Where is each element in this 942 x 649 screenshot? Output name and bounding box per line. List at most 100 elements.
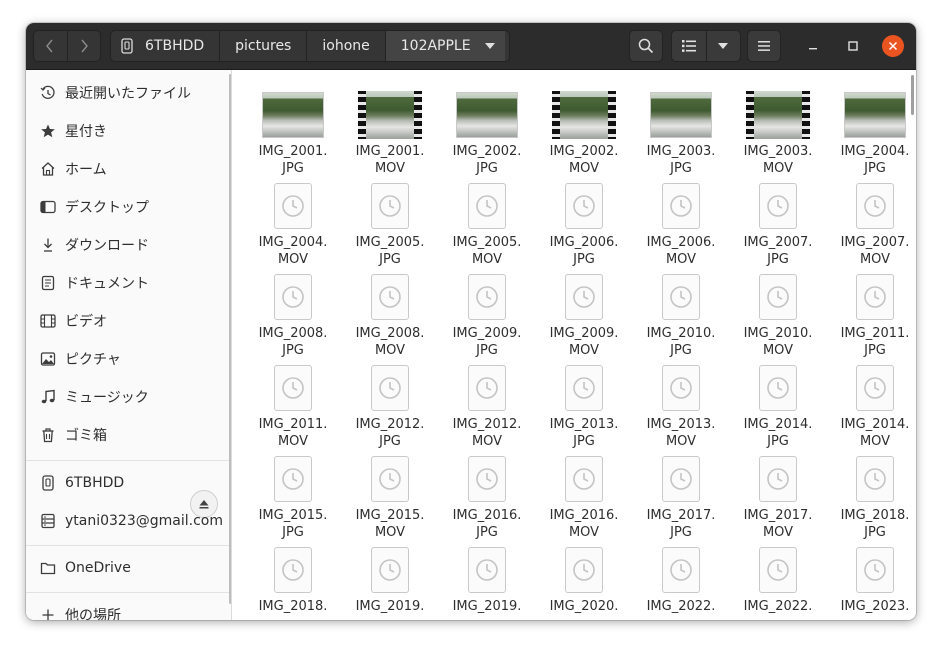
file-name-line: IMG_2005. — [452, 235, 522, 250]
file-item[interactable]: IMG_2009. MOV — [537, 273, 631, 365]
chevron-down-icon[interactable] — [484, 42, 495, 50]
file-item[interactable]: IMG_2004. MOV — [246, 182, 340, 274]
file-item[interactable]: IMG_2015. JPG — [246, 455, 340, 547]
clock-icon — [767, 286, 789, 308]
path-crumb-drive[interactable]: 6TBHDD — [111, 31, 221, 61]
sidebar-item-desktop[interactable]: デスクトップ — [26, 188, 231, 226]
photo-thumbnail — [649, 91, 713, 139]
sidebar-item-home[interactable]: ホーム — [26, 150, 231, 188]
file-item[interactable]: IMG_2007. MOV — [828, 182, 916, 274]
file-item[interactable]: IMG_2002. JPG — [440, 91, 534, 183]
search-button[interactable] — [629, 30, 663, 62]
file-item[interactable]: IMG_2001. JPG — [246, 91, 340, 183]
file-name: IMG_2002. MOV — [537, 143, 631, 177]
sidebar-item-videos[interactable]: ビデオ — [26, 302, 231, 340]
file-item[interactable]: IMG_2022. — [634, 546, 728, 620]
file-name-line: IMG_2005. — [355, 235, 425, 250]
file-item[interactable]: IMG_2020. — [537, 546, 631, 620]
file-item[interactable]: IMG_2010. MOV — [731, 273, 825, 365]
file-item[interactable]: IMG_2023. — [828, 546, 916, 620]
file-item[interactable]: IMG_2013. MOV — [634, 364, 728, 456]
sidebar-item-onedrive[interactable]: OneDrive — [26, 549, 231, 587]
file-item[interactable]: IMG_2016. MOV — [537, 455, 631, 547]
file-item[interactable]: IMG_2002. MOV — [537, 91, 631, 183]
file-item[interactable]: IMG_2017. MOV — [731, 455, 825, 547]
file-item[interactable]: IMG_2011. MOV — [246, 364, 340, 456]
file-item[interactable]: IMG_2005. JPG — [343, 182, 437, 274]
file-view-scrollbar[interactable] — [911, 75, 914, 115]
clock-icon — [670, 559, 692, 581]
sidebar-item-network-server[interactable]: ytani0323@gmail.com — [26, 502, 231, 540]
clock-icon — [573, 195, 595, 217]
file-item[interactable]: IMG_2006. JPG — [537, 182, 631, 274]
clock-icon — [767, 195, 789, 217]
file-name-line: IMG_2017. — [646, 508, 716, 523]
path-crumb-current[interactable]: 102APPLE — [385, 31, 505, 61]
file-item[interactable]: IMG_2009. JPG — [440, 273, 534, 365]
sidebar-item-downloads[interactable]: ダウンロード — [26, 226, 231, 264]
drive-icon — [121, 38, 133, 54]
file-name: IMG_2006. JPG — [537, 234, 631, 268]
file-item[interactable]: IMG_2015. MOV — [343, 455, 437, 547]
sidebar-item-other-locations[interactable]: 他の場所 — [26, 596, 231, 620]
file-item[interactable]: IMG_2011. JPG — [828, 273, 916, 365]
sidebar-item-music[interactable]: ミュージック — [26, 378, 231, 416]
back-button[interactable] — [34, 31, 67, 61]
file-item[interactable]: IMG_2012. MOV — [440, 364, 534, 456]
path-crumb-iohone[interactable]: iohone — [307, 31, 386, 61]
forward-button[interactable] — [66, 31, 101, 61]
file-item[interactable]: IMG_2001. MOV — [343, 91, 437, 183]
file-item[interactable]: IMG_2019. — [343, 546, 437, 620]
file-item[interactable]: IMG_2005. MOV — [440, 182, 534, 274]
file-item[interactable]: IMG_2017. JPG — [634, 455, 728, 547]
file-item[interactable]: IMG_2006. MOV — [634, 182, 728, 274]
film-perforation — [802, 91, 810, 139]
file-item[interactable]: IMG_2010. JPG — [634, 273, 728, 365]
sidebar-item-starred[interactable]: 星付き — [26, 112, 231, 150]
sidebar-item-recent[interactable]: 最近開いたファイル — [26, 74, 231, 112]
file-item[interactable]: IMG_2008. MOV — [343, 273, 437, 365]
file-item[interactable]: IMG_2012. JPG — [343, 364, 437, 456]
sidebar-item-documents[interactable]: ドキュメント — [26, 264, 231, 302]
file-item[interactable]: IMG_2018. — [246, 546, 340, 620]
list-view-button[interactable] — [672, 31, 706, 61]
sidebar-scrollbar[interactable] — [229, 74, 231, 604]
film-perforation — [414, 91, 422, 139]
file-item[interactable]: IMG_2004. JPG — [828, 91, 916, 183]
minimize-button[interactable] — [802, 35, 824, 57]
file-item[interactable]: IMG_2014. MOV — [828, 364, 916, 456]
sidebar-item-trash[interactable]: ゴミ箱 — [26, 416, 231, 454]
file-item[interactable]: IMG_2003. MOV — [731, 91, 825, 183]
file-item[interactable]: IMG_2013. JPG — [537, 364, 631, 456]
clock-icon — [573, 377, 595, 399]
file-item[interactable]: IMG_2019. — [440, 546, 534, 620]
file-manager-window: 6TBHDD pictures iohone 102APPLE 最近開いたファイ… — [26, 23, 916, 620]
file-item[interactable]: IMG_2016. JPG — [440, 455, 534, 547]
path-crumb-pictures[interactable]: pictures — [220, 31, 308, 61]
clock-icon — [864, 286, 886, 308]
photo-thumbnail-image — [262, 92, 324, 138]
sidebar-item-pictures[interactable]: ピクチャ — [26, 340, 231, 378]
view-options-button[interactable] — [705, 31, 741, 61]
loading-thumbnail — [358, 273, 422, 321]
file-placeholder — [468, 274, 506, 320]
menu-button[interactable] — [747, 30, 781, 62]
sidebar-item-label: ピクチャ — [65, 352, 121, 368]
file-item[interactable]: IMG_2014. JPG — [731, 364, 825, 456]
sidebar-separator — [26, 545, 231, 546]
close-button[interactable] — [882, 35, 904, 57]
file-item[interactable]: IMG_2022. — [731, 546, 825, 620]
maximize-button[interactable] — [842, 35, 864, 57]
file-name: IMG_2007. JPG — [731, 234, 825, 268]
file-item[interactable]: IMG_2007. JPG — [731, 182, 825, 274]
loading-thumbnail — [261, 182, 325, 230]
file-name-line: IMG_2022. — [743, 599, 813, 614]
file-item[interactable]: IMG_2018. JPG — [828, 455, 916, 547]
clock-icon — [864, 559, 886, 581]
file-item[interactable]: IMG_2003. JPG — [634, 91, 728, 183]
file-extension: JPG — [379, 252, 401, 267]
file-placeholder — [371, 183, 409, 229]
file-extension: JPG — [864, 343, 886, 358]
file-item[interactable]: IMG_2008. JPG — [246, 273, 340, 365]
file-extension: JPG — [573, 434, 595, 449]
